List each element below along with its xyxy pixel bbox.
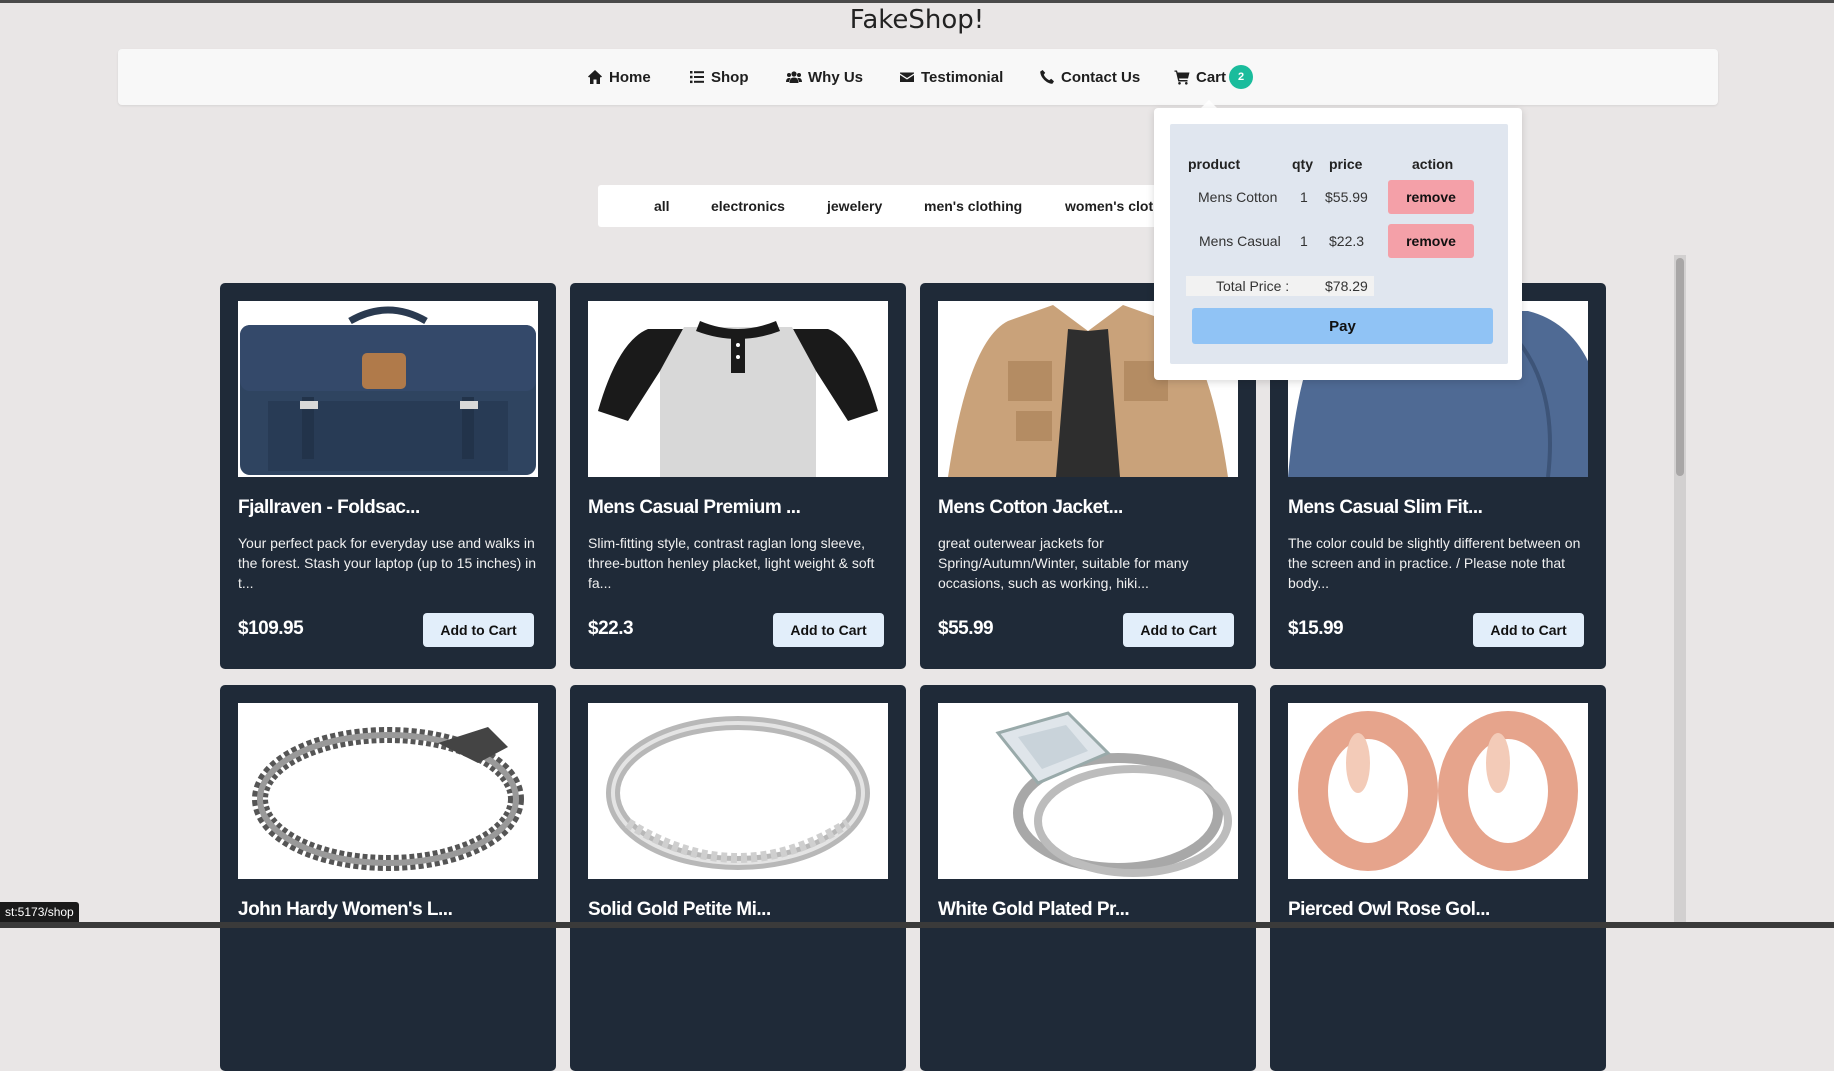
product-card: Fjallraven - Foldsac... Your perfect pac… (220, 283, 556, 669)
remove-item-button[interactable]: remove (1388, 224, 1474, 258)
nav-testimonial-label: Testimonial (921, 68, 1004, 86)
product-title: John Hardy Women's L... (238, 899, 453, 920)
product-image-raglan-shirt[interactable] (588, 301, 888, 477)
product-image-rose-gold-plugs[interactable] (1288, 703, 1588, 879)
cart-icon (1174, 70, 1190, 85)
product-title: Mens Casual Premium ... (588, 497, 801, 518)
add-to-cart-button[interactable]: Add to Cart (423, 613, 534, 647)
product-card: Pierced Owl Rose Gol... (1270, 685, 1606, 1071)
product-price: $109.95 (238, 618, 304, 639)
status-bar-url: st:5173/shop (0, 902, 79, 922)
product-title: White Gold Plated Pr... (938, 899, 1130, 920)
cart-item-product: Mens Cotton (1198, 189, 1278, 205)
product-title: Mens Casual Slim Fit... (1288, 497, 1483, 518)
product-title: Solid Gold Petite Mi... (588, 899, 771, 920)
product-description: Slim-fitting style, contrast raglan long… (588, 535, 875, 591)
filter-electronics[interactable]: electronics (711, 198, 785, 214)
product-card: White Gold Plated Pr... (920, 685, 1256, 1071)
cart-table: product qty price action Mens Cotton 1 $… (1170, 124, 1508, 364)
navbar: Home Shop Why Us Testimonial Contact Us … (118, 49, 1718, 105)
phone-icon (1040, 70, 1054, 84)
nav-home[interactable]: Home (587, 67, 651, 87)
window-top-border (0, 0, 1834, 3)
filter-all[interactable]: all (654, 198, 670, 214)
nav-shop-label: Shop (711, 68, 749, 86)
cart-item-qty: 1 (1300, 189, 1308, 205)
cart-total-value: $78.29 (1325, 278, 1368, 294)
product-image-dragon-bracelet[interactable] (238, 703, 538, 879)
product-card: Mens Casual Premium ... Slim-fitting sty… (570, 283, 906, 669)
list-icon (690, 71, 704, 84)
add-to-cart-button[interactable]: Add to Cart (1123, 613, 1234, 647)
product-price: $22.3 (588, 618, 634, 639)
nav-contact-us-label: Contact Us (1061, 68, 1141, 86)
cart-count-badge: 2 (1229, 65, 1254, 89)
category-filter-bar: all electronics jewelery men's clothing … (598, 185, 1198, 227)
product-card: Solid Gold Petite Mi... (570, 685, 906, 1071)
product-title: Fjallraven - Foldsac... (238, 497, 420, 518)
envelope-icon (900, 72, 914, 82)
product-title: Mens Cotton Jacket... (938, 497, 1123, 518)
nav-why-us-label: Why Us (808, 68, 864, 86)
home-icon (588, 70, 602, 84)
filter-mens-clothing[interactable]: men's clothing (924, 198, 1022, 214)
nav-testimonial[interactable]: Testimonial (899, 67, 1003, 87)
users-icon (786, 71, 802, 83)
site-title: FakeShop! (849, 5, 985, 35)
cart-item-qty: 1 (1300, 233, 1308, 249)
nav-shop[interactable]: Shop (689, 67, 749, 87)
cart-header-action: action (1412, 156, 1454, 172)
product-price: $55.99 (938, 618, 994, 639)
cart-header-price: price (1329, 156, 1363, 172)
add-to-cart-button[interactable]: Add to Cart (1473, 613, 1584, 647)
nav-contact-us[interactable]: Contact Us (1039, 67, 1140, 87)
browser-bottom-strip (0, 922, 1834, 928)
product-title: Pierced Owl Rose Gol... (1288, 899, 1490, 920)
cart-total-label: Total Price : (1216, 278, 1290, 294)
cart-dropdown: product qty price action Mens Cotton 1 $… (1154, 108, 1522, 380)
cart-item-price: $22.3 (1329, 233, 1365, 249)
cart-item-product: Mens Casual (1199, 233, 1281, 249)
product-price: $15.99 (1288, 618, 1344, 639)
product-description: Your perfect pack for everyday use and w… (238, 535, 537, 591)
nav-cart-label: Cart (1196, 68, 1227, 86)
pay-button[interactable]: Pay (1192, 308, 1493, 344)
nav-why-us[interactable]: Why Us (786, 67, 863, 87)
product-description: The color could be slightly different be… (1288, 535, 1581, 591)
product-image-diamond-rings[interactable] (938, 703, 1238, 879)
add-to-cart-button[interactable]: Add to Cart (773, 613, 884, 647)
filter-womens-clothing[interactable]: women's clot (1065, 198, 1153, 214)
product-description: great outerwear jackets for Spring/Autum… (938, 535, 1189, 591)
remove-item-button[interactable]: remove (1388, 180, 1474, 214)
cart-item-price: $55.99 (1325, 189, 1368, 205)
product-image-backpack[interactable] (238, 301, 538, 477)
nav-home-label: Home (609, 68, 651, 86)
cart-header-product: product (1188, 156, 1241, 172)
cart-header-qty: qty (1292, 156, 1313, 172)
filter-jewelery[interactable]: jewelery (827, 198, 882, 214)
product-card: John Hardy Women's L... (220, 685, 556, 1071)
nav-cart[interactable]: Cart 2 (1174, 65, 1254, 89)
product-image-silver-ring[interactable] (588, 703, 888, 879)
page-scrollbar-thumb[interactable] (1676, 258, 1684, 476)
